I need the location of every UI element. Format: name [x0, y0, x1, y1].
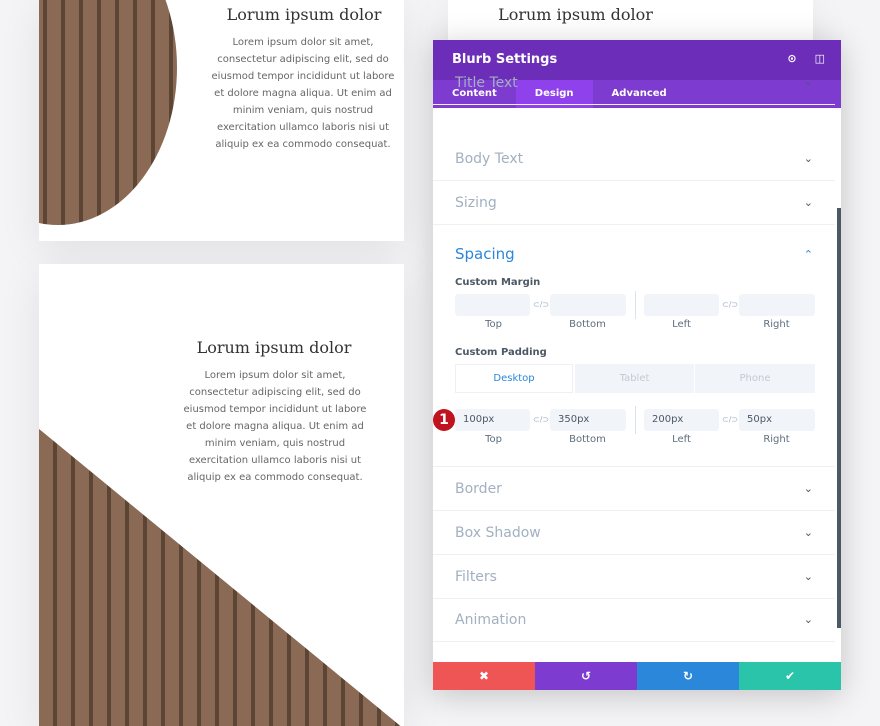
padding-left-input[interactable]: 200px: [644, 409, 719, 431]
blurb-card-1: Lorum ipsum dolor Lorem ipsum dolor sit …: [39, 0, 404, 241]
divider: [635, 291, 636, 319]
section-label: Box Shadow: [455, 524, 541, 541]
section-border[interactable]: Border ⌄: [433, 467, 835, 511]
scrollbar[interactable]: [837, 208, 841, 628]
section-label: Filters: [455, 568, 497, 585]
blurb-card-2: Lorum ipsum dolor Lorem ipsum dolor sit …: [39, 264, 404, 726]
section-label: Animation: [455, 611, 527, 628]
section-label: Title Text: [455, 75, 518, 91]
side-label: Right: [763, 434, 790, 445]
margin-left-input[interactable]: [644, 294, 719, 316]
section-body-text[interactable]: Body Text ⌄: [433, 137, 835, 181]
margin-top-input[interactable]: [455, 294, 530, 316]
blurb-title: Lorum ipsum dolor: [196, 338, 352, 357]
step-badge: 1: [433, 409, 455, 431]
chevron-down-icon: ⌄: [803, 526, 813, 539]
side-label: Left: [672, 434, 691, 445]
section-label: Body Text: [455, 150, 524, 167]
section-box-shadow[interactable]: Box Shadow ⌄: [433, 511, 835, 555]
link-icon[interactable]: ⊂/⊃: [533, 415, 549, 424]
link-icon[interactable]: ⊂/⊃: [722, 300, 738, 309]
blurb-text: Lorem ipsum dolor sit amet, consectetur …: [183, 370, 367, 483]
section-label: Border: [455, 480, 502, 497]
margin-bottom-input[interactable]: [550, 294, 626, 316]
cancel-button[interactable]: ✖: [433, 662, 535, 690]
margin-right-input[interactable]: [739, 294, 815, 316]
section-filters[interactable]: Filters ⌄: [433, 555, 835, 599]
section-label: Spacing: [455, 245, 515, 263]
section-sizing[interactable]: Sizing ⌄: [433, 181, 835, 225]
undo-button[interactable]: ↺: [535, 662, 637, 690]
blurb-title: Lorum ipsum dolor: [226, 5, 382, 24]
save-button[interactable]: ✔: [739, 662, 841, 690]
chevron-down-icon: ⌄: [803, 152, 813, 165]
side-label: Left: [672, 319, 691, 330]
section-label: Sizing: [455, 194, 497, 211]
side-label: Bottom: [569, 319, 606, 330]
divider: [635, 406, 636, 434]
section-spacing[interactable]: Spacing ⌃: [433, 232, 835, 276]
side-label: Right: [763, 319, 790, 330]
chevron-up-icon: ⌃: [803, 247, 813, 261]
link-icon[interactable]: ⊂/⊃: [533, 300, 549, 309]
side-label: Top: [485, 319, 502, 330]
device-tab-phone[interactable]: Phone: [695, 364, 815, 393]
side-label: Top: [485, 434, 502, 445]
chevron-down-icon: ⌄: [803, 196, 813, 209]
device-tab-desktop[interactable]: Desktop: [455, 364, 573, 393]
blurb-text: Lorem ipsum dolor sit amet, consectetur …: [211, 37, 395, 150]
chevron-down-icon: ⌄: [803, 482, 813, 495]
redo-button[interactable]: ↻: [637, 662, 739, 690]
blurb-title: Lorum ipsum dolor: [498, 5, 653, 24]
chevron-down-icon: ⌄: [803, 75, 813, 88]
custom-padding-label: Custom Padding: [455, 347, 547, 358]
custom-margin-label: Custom Margin: [455, 277, 541, 288]
blurb-image: [39, 0, 177, 225]
padding-right-input[interactable]: 50px: [739, 409, 815, 431]
link-icon[interactable]: ⊂/⊃: [722, 415, 738, 424]
device-tab-tablet[interactable]: Tablet: [575, 364, 694, 393]
side-label: Bottom: [569, 434, 606, 445]
section-animation[interactable]: Animation ⌄: [433, 598, 835, 642]
blurb-settings-panel: Blurb Settings ⊙ ◫ Content Design Advance…: [433, 40, 841, 690]
section-title-text[interactable]: Title Text ⌄: [433, 61, 835, 105]
padding-top-input[interactable]: 100px: [455, 409, 530, 431]
panel-footer: ✖ ↺ ↻ ✔: [433, 662, 841, 690]
chevron-down-icon: ⌄: [803, 613, 813, 626]
chevron-down-icon: ⌄: [803, 570, 813, 583]
padding-bottom-input[interactable]: 350px: [550, 409, 626, 431]
